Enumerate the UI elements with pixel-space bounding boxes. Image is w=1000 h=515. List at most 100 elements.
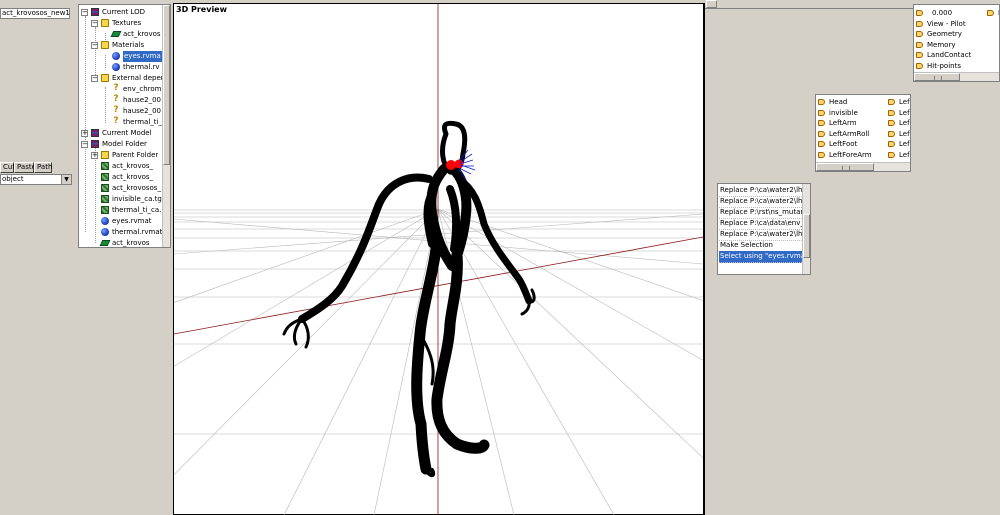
lod-label: Geometry xyxy=(927,30,962,38)
selection-icon xyxy=(818,119,827,127)
lod-item[interactable]: LandContact xyxy=(916,50,971,61)
selection-label: LeftFoot xyxy=(829,140,858,148)
selection-item[interactable]: LeftArmRoll xyxy=(818,129,869,140)
texture-icon xyxy=(99,240,111,246)
collapse-icon[interactable]: − xyxy=(81,9,88,16)
history-item-selected[interactable]: Select using "eyes.rvmat" xyxy=(719,251,802,263)
tree-label: thermal_ti_ xyxy=(123,118,162,126)
selection-item[interactable]: Lef xyxy=(888,150,910,161)
lod-item[interactable]: Memory xyxy=(916,40,955,51)
tree-label: Model Folder xyxy=(102,140,147,148)
material-icon xyxy=(112,52,120,60)
history-scrollbar[interactable] xyxy=(802,184,810,274)
lod-list-hscroll[interactable] xyxy=(914,72,999,81)
named-selections-panel[interactable]: Head invisible LeftArm LeftArmRoll LeftF… xyxy=(815,94,911,172)
expand-icon[interactable]: + xyxy=(91,152,98,159)
history-item[interactable]: Replace P:\ca\water2\lhd\ xyxy=(719,229,802,241)
tree-label: hause2_00 xyxy=(123,107,161,115)
paste-button[interactable]: Paste xyxy=(14,162,36,173)
selection-label: invisible xyxy=(829,108,858,117)
tree-label: act_krovos xyxy=(123,30,161,38)
selection-label: Lef xyxy=(899,119,910,127)
selection-icon xyxy=(888,130,897,138)
collapse-icon[interactable]: − xyxy=(81,141,88,148)
selection-item[interactable]: Lef xyxy=(888,118,910,129)
selection-icon xyxy=(818,140,827,148)
preview-window[interactable]: 3D Preview xyxy=(173,3,705,515)
tree-label: Materials xyxy=(112,41,145,49)
lod-item[interactable]: 0.000 xyxy=(916,8,952,19)
question-icon: ? xyxy=(113,116,119,126)
selections-hscroll-thumb[interactable] xyxy=(816,163,874,171)
lod-item[interactable]: View - Pilot xyxy=(916,19,966,30)
tree-label: Current Model xyxy=(102,129,152,137)
image-file-icon xyxy=(101,206,109,214)
selection-item[interactable]: Lef xyxy=(888,129,910,140)
selections-hscroll[interactable] xyxy=(816,162,910,171)
selection-icon xyxy=(888,109,897,117)
selection-icon xyxy=(888,98,897,106)
history-item[interactable]: Make Selection xyxy=(719,240,802,252)
folder-icon xyxy=(101,41,109,49)
cut-button[interactable]: Cut xyxy=(0,162,15,173)
selection-item[interactable]: Head xyxy=(818,97,847,108)
selection-item[interactable]: Lef xyxy=(888,97,910,108)
strip-handle[interactable] xyxy=(706,0,717,8)
material-icon xyxy=(101,228,109,236)
selection-item[interactable]: LeftFoot xyxy=(818,139,857,150)
path-button[interactable]: Path xyxy=(34,162,52,173)
lod-icon xyxy=(91,129,99,137)
tree-scrollbar[interactable] xyxy=(162,5,170,247)
history-list-panel[interactable]: Replace P:\ca\water2\lhd\ Replace P:\ca\… xyxy=(717,183,811,275)
lod-label: View - Pilot xyxy=(927,19,966,28)
parent-folder-icon xyxy=(101,151,109,159)
selection-item[interactable]: LeftArm xyxy=(818,118,857,129)
selection-item[interactable]: LeftForeArm xyxy=(818,150,872,161)
lod-item[interactable]: Geometry xyxy=(916,29,962,40)
tree-label: invisible_ca.tga xyxy=(112,195,167,203)
expand-icon[interactable]: + xyxy=(81,130,88,137)
object-combo[interactable]: object ▼ xyxy=(0,174,72,185)
image-file-icon xyxy=(101,195,109,203)
selection-item[interactable]: Lef xyxy=(888,108,910,119)
lod-item-right[interactable]: F xyxy=(987,8,999,19)
selection-label: Lef xyxy=(899,108,910,117)
selection-icon xyxy=(818,151,827,159)
selection-item[interactable]: Lef xyxy=(888,139,910,150)
wireframe-model xyxy=(282,120,536,478)
history-item[interactable]: Replace P:\rst\ns_mutants\ xyxy=(719,207,802,219)
lod-label: 0.000 xyxy=(932,9,953,17)
tree-label: External deper xyxy=(112,74,164,82)
selection-label: LeftForeArm xyxy=(829,150,872,159)
image-file-icon xyxy=(101,184,109,192)
question-icon: ? xyxy=(113,105,119,115)
history-item[interactable]: Replace P:\ca\water2\lhd\ xyxy=(719,185,802,197)
chevron-down-icon[interactable]: ▼ xyxy=(61,175,71,184)
history-scrollbar-thumb[interactable] xyxy=(803,214,810,258)
lod-list-panel[interactable]: 0.000 View - Pilot Geometry Memory LandC… xyxy=(913,4,1000,82)
selection-icon xyxy=(888,151,897,159)
tree-scrollbar-thumb[interactable] xyxy=(163,5,170,165)
selection-icon xyxy=(818,109,827,117)
material-icon xyxy=(101,217,109,225)
question-icon: ? xyxy=(113,83,119,93)
history-item[interactable]: Replace P:\ca\data\env_c xyxy=(719,218,802,230)
tree-label: act_krovos_ xyxy=(112,162,154,170)
collapse-icon[interactable]: − xyxy=(91,20,98,27)
selection-icon xyxy=(818,98,827,106)
lod-item[interactable]: Hit-points xyxy=(916,61,961,72)
tree-label: act_krovos xyxy=(112,239,150,247)
lod-list-hscroll-thumb[interactable] xyxy=(914,73,960,81)
history-item[interactable]: Replace P:\ca\water2\lhd\ xyxy=(719,196,802,208)
collapse-icon[interactable]: − xyxy=(91,42,98,49)
resource-tree-panel[interactable]: − Current LOD − Textures act_krovos − Ma… xyxy=(78,4,171,248)
tree-label: Current LOD xyxy=(102,8,146,16)
collapse-icon[interactable]: − xyxy=(91,75,98,82)
folder-icon xyxy=(101,19,109,27)
texture-path-field[interactable]: act_krovosos_new1.paa xyxy=(0,8,70,19)
viewport[interactable] xyxy=(174,4,703,515)
tree-label: Parent Folder xyxy=(112,151,159,159)
texture-icon xyxy=(110,31,122,37)
selection-label: Lef xyxy=(899,140,910,148)
selection-item[interactable]: invisible xyxy=(818,108,858,119)
